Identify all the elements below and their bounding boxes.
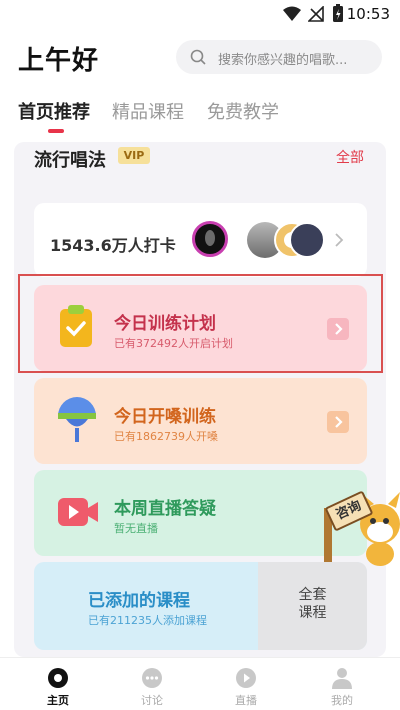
nav-label: 直播 (235, 694, 257, 707)
search-placeholder: 搜索你感兴趣的唱歌... (218, 53, 348, 68)
nav-discussion[interactable]: 讨论 (122, 662, 182, 708)
microphone-icon (58, 397, 96, 442)
bottom-nav: 主页 讨论 直播 我的 (0, 657, 400, 710)
full-course-label-line1: 全套 (298, 587, 327, 603)
greeting-title: 上午好 (18, 46, 100, 76)
added-courses-card[interactable]: 已添加的课程 已有211235人添加课程 全套 课程 (34, 562, 367, 650)
checkin-count: 1543.6万人打卡 (50, 236, 176, 255)
video-camera-icon (58, 498, 98, 526)
tab-free-lessons[interactable]: 免费教学 (207, 98, 279, 124)
nav-live[interactable]: 直播 (216, 662, 276, 708)
wifi-icon (283, 6, 301, 21)
no-signal-icon (308, 6, 324, 22)
nav-home[interactable]: 主页 (28, 662, 88, 708)
live-icon (236, 668, 256, 688)
nav-label: 讨论 (141, 694, 163, 707)
card-subtitle: 暂无直播 (114, 522, 158, 535)
card-subtitle: 已有1862739人开嗓 (114, 430, 218, 443)
nav-label: 我的 (331, 694, 353, 707)
vip-badge: VIP (118, 147, 150, 164)
section-title: 流行唱法 (34, 150, 106, 171)
battery-icon (333, 4, 343, 22)
warmup-training-card[interactable]: 今日开嗓训练 已有1862739人开嗓 (34, 378, 367, 464)
search-icon (190, 49, 206, 65)
highlight-box (18, 274, 383, 373)
see-all-link[interactable]: 全部 (336, 147, 364, 167)
avatar[interactable] (289, 222, 325, 258)
home-icon (48, 668, 68, 688)
chat-icon (142, 668, 162, 688)
active-tab-indicator (48, 129, 64, 133)
search-bar[interactable]: 搜索你感兴趣的唱歌... (176, 40, 382, 74)
full-course-button[interactable]: 全套 课程 (258, 562, 367, 650)
full-course-label-line2: 课程 (298, 605, 327, 621)
status-time: 10:53 (346, 5, 390, 23)
avatar[interactable] (192, 221, 228, 257)
nav-profile[interactable]: 我的 (312, 662, 372, 708)
profile-icon (332, 668, 352, 689)
tab-home-recommend[interactable]: 首页推荐 (18, 98, 90, 124)
mascot-consult-button[interactable]: 咨询 (322, 488, 400, 568)
card-title: 本周直播答疑 (114, 499, 216, 519)
chevron-right-icon (335, 233, 344, 247)
card-subtitle: 已有211235人添加课程 (88, 614, 207, 627)
nav-label: 主页 (47, 694, 69, 707)
card-arrow-button[interactable] (327, 411, 349, 433)
status-bar: 10:53 (0, 0, 400, 28)
live-qa-card[interactable]: 本周直播答疑 暂无直播 (34, 470, 367, 556)
tab-premium-courses[interactable]: 精品课程 (112, 98, 184, 124)
card-title: 已添加的课程 (88, 591, 190, 611)
chevron-right-icon (335, 416, 343, 428)
card-title: 今日开嗓训练 (114, 407, 216, 427)
